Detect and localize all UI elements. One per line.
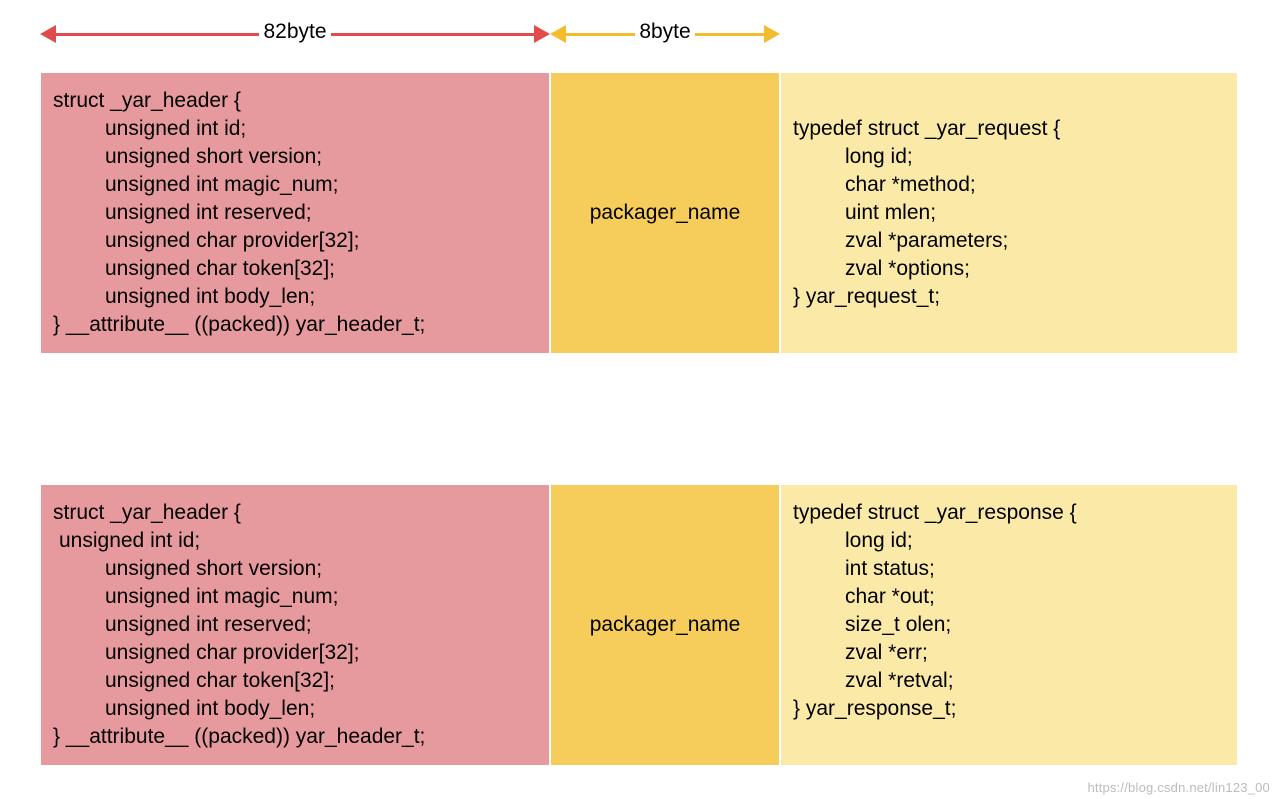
yar-request-struct: typedef struct _yar_request { long id; c… bbox=[780, 72, 1238, 354]
code-line: unsigned short version; bbox=[53, 555, 537, 583]
arrow-right-icon bbox=[534, 25, 550, 43]
diagram-canvas: 82byte 8byte struct _yar_header { unsign… bbox=[0, 0, 1278, 799]
packager-name-cell: packager_name bbox=[550, 484, 780, 766]
code-line: int status; bbox=[793, 555, 1225, 583]
code-line: } __attribute__ ((packed)) yar_header_t; bbox=[53, 311, 537, 339]
header-size-arrow: 82byte bbox=[40, 22, 550, 46]
code-line: char *method; bbox=[793, 171, 1225, 199]
code-line: struct _yar_header { bbox=[53, 499, 537, 527]
header-size-label: 82byte bbox=[259, 20, 330, 44]
packager-name-label: packager_name bbox=[590, 199, 741, 227]
code-line: long id; bbox=[793, 143, 1225, 171]
code-line: unsigned char provider[32]; bbox=[53, 227, 537, 255]
code-line: zval *retval; bbox=[793, 667, 1225, 695]
code-line: unsigned short version; bbox=[53, 143, 537, 171]
code-line: unsigned int id; bbox=[53, 115, 537, 143]
code-line: size_t olen; bbox=[793, 611, 1225, 639]
yar-header-struct: struct _yar_header { unsigned int id; un… bbox=[40, 72, 550, 354]
code-line: unsigned int magic_num; bbox=[53, 583, 537, 611]
code-line: uint mlen; bbox=[793, 199, 1225, 227]
code-line: zval *err; bbox=[793, 639, 1225, 667]
code-line: } yar_response_t; bbox=[793, 695, 1225, 723]
code-line: unsigned int magic_num; bbox=[53, 171, 537, 199]
code-line: unsigned char token[32]; bbox=[53, 255, 537, 283]
packager-name-label: packager_name bbox=[590, 611, 741, 639]
yar-response-struct: typedef struct _yar_response { long id; … bbox=[780, 484, 1238, 766]
code-line: long id; bbox=[793, 527, 1225, 555]
code-line: unsigned int id; bbox=[53, 527, 537, 555]
code-line: unsigned int reserved; bbox=[53, 611, 537, 639]
arrow-left-icon bbox=[550, 25, 566, 43]
code-line: } __attribute__ ((packed)) yar_header_t; bbox=[53, 723, 537, 751]
yar-header-struct: struct _yar_header { unsigned int id; un… bbox=[40, 484, 550, 766]
code-line: unsigned char provider[32]; bbox=[53, 639, 537, 667]
code-line: unsigned int reserved; bbox=[53, 199, 537, 227]
response-row: struct _yar_header { unsigned int id; un… bbox=[40, 484, 1238, 766]
arrow-left-icon bbox=[40, 25, 56, 43]
code-line: typedef struct _yar_response { bbox=[793, 499, 1225, 527]
request-row: struct _yar_header { unsigned int id; un… bbox=[40, 72, 1238, 354]
code-line: unsigned char token[32]; bbox=[53, 667, 537, 695]
packager-size-arrow: 8byte bbox=[550, 22, 780, 46]
code-line: } yar_request_t; bbox=[793, 283, 1225, 311]
code-line: typedef struct _yar_request { bbox=[793, 115, 1225, 143]
code-line: zval *options; bbox=[793, 255, 1225, 283]
code-line: char *out; bbox=[793, 583, 1225, 611]
arrow-right-icon bbox=[764, 25, 780, 43]
code-line: unsigned int body_len; bbox=[53, 695, 537, 723]
code-line: struct _yar_header { bbox=[53, 87, 537, 115]
packager-size-label: 8byte bbox=[635, 20, 694, 44]
code-line: zval *parameters; bbox=[793, 227, 1225, 255]
code-line: unsigned int body_len; bbox=[53, 283, 537, 311]
watermark: https://blog.csdn.net/lin123_00 bbox=[1087, 780, 1270, 795]
packager-name-cell: packager_name bbox=[550, 72, 780, 354]
